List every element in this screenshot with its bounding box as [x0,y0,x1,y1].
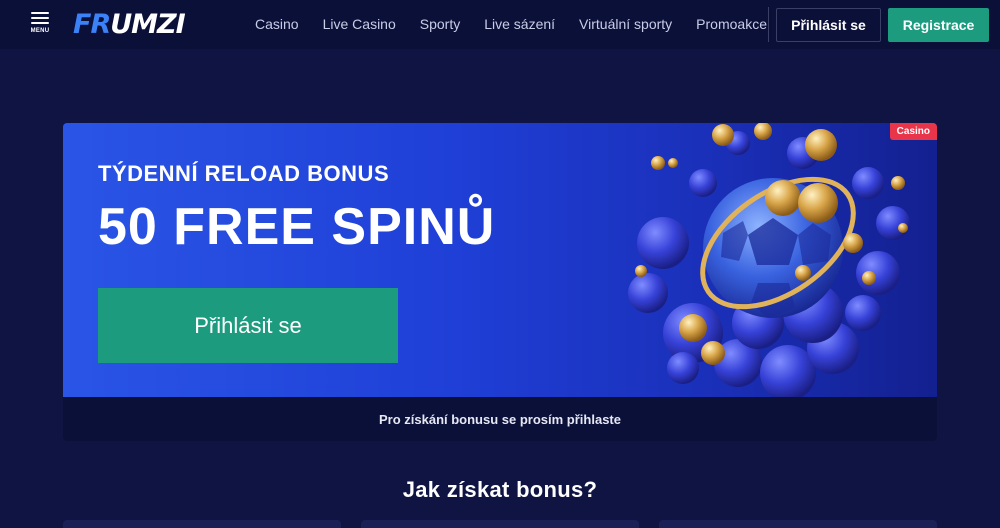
nav-live-sazeni[interactable]: Live sázení [472,0,567,49]
logo[interactable]: FR UMZI [73,8,186,40]
menu-label: MENU [30,28,50,34]
how-to-get-bonus-title: Jak získat bonus? [402,477,598,502]
promo-banner: TÝDENNÍ RELOAD BONUS 50 FREE SPINŮ Přihl… [63,123,937,397]
register-button[interactable]: Registrace [888,8,989,42]
logo-text-rest: UMZI [110,8,185,40]
casino-badge: Casino [889,123,937,140]
banner-login-button[interactable]: Přihlásit se [98,288,398,363]
step-card [63,520,341,528]
nav-virtualni-sporty[interactable]: Virtuální sporty [567,0,684,49]
nav-casino[interactable]: Casino [243,0,311,49]
menu-button[interactable]: MENU [26,10,54,38]
step-card [659,520,937,528]
nav-divider [768,7,769,42]
main-nav: Casino Live Casino Sporty Live sázení Vi… [243,0,779,49]
nav-sporty[interactable]: Sporty [408,0,472,49]
banner-subtitle: TÝDENNÍ RELOAD BONUS [98,161,390,186]
banner-title: 50 FREE SPINŮ [98,198,496,256]
nav-promoakce[interactable]: Promoakce [684,0,779,49]
login-button[interactable]: Přihlásit se [776,8,881,42]
nav-live-casino[interactable]: Live Casino [311,0,408,49]
logo-text-first: FR [73,8,111,40]
top-header: MENU FR UMZI Casino Live Casino Sporty Li… [0,0,1000,49]
step-card [361,520,639,528]
football-balls-illustration [628,123,910,397]
banner-footer-note: Pro získání bonusu se prosím přihlaste [63,397,937,441]
hamburger-icon [31,12,49,25]
